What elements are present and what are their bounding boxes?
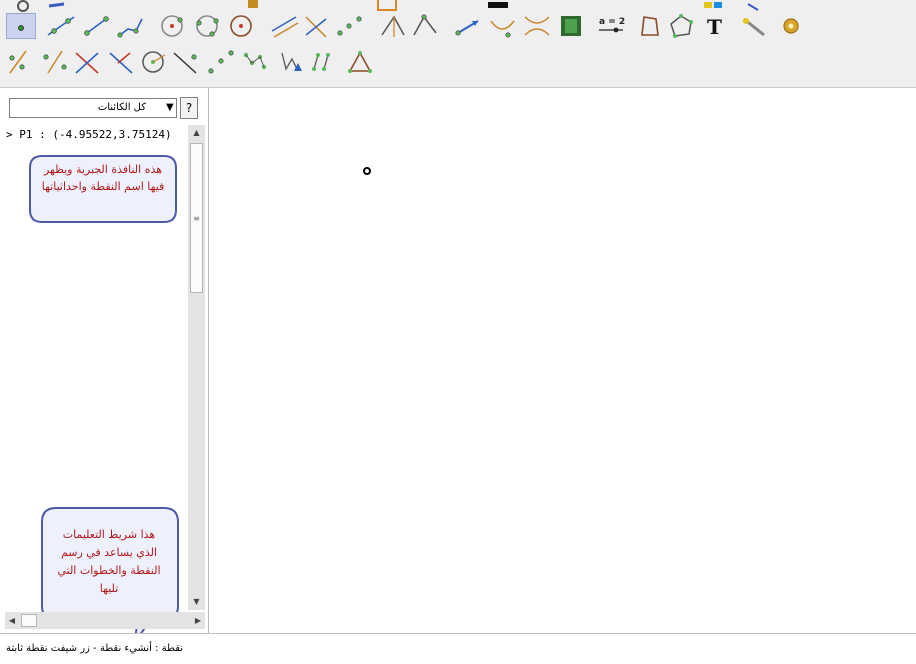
point-on-object-tool-icon[interactable] [4,49,34,75]
slider-label-text: a = 2 [599,17,625,27]
status-bar: نقطة : أنشيء نقطة - زر شيفت نقطة ثابتة [0,633,916,664]
instructions-callout-text: هذا شريط التعليمات الذي يساعد في رسم الن… [57,528,161,595]
curve-tool-icon[interactable] [488,13,518,39]
line-through-tool-icon[interactable] [170,49,200,75]
text-tool-glyph: T [707,15,722,39]
triangle-tool-icon[interactable] [344,49,374,75]
line-tool-icon[interactable] [46,13,76,39]
rotate-tool-icon[interactable] [308,49,338,75]
ray-tool-icon[interactable] [116,13,146,39]
object-filter-dropdown[interactable]: كل الكائنات ▼ [9,98,177,118]
chevron-down-icon[interactable]: ▼ [166,102,174,113]
dilate-tool-icon[interactable] [240,49,270,75]
perpendicular-line-tool-icon[interactable] [302,13,332,39]
circle-three-points-tool-icon[interactable] [192,13,222,39]
text-tool-icon[interactable]: T [700,13,730,39]
reflect-tool-icon[interactable] [206,49,236,75]
slider-tool-label[interactable]: a = 2 [596,13,626,39]
hidden-tool-icon[interactable] [240,0,270,12]
circle-tool-icon[interactable] [226,13,256,39]
locus-tool-icon[interactable] [522,13,552,39]
parallel-line-tool-icon[interactable] [270,13,300,39]
scroll-left-arrow-icon[interactable]: ◀ [5,612,19,629]
hidden-tool-icon[interactable] [700,0,730,12]
hidden-tool-icon[interactable] [8,0,38,12]
angle-bisector-tool-icon[interactable] [378,13,408,39]
midpoint-tool-icon[interactable] [334,13,364,39]
slider-tool-icon[interactable] [556,13,586,39]
hidden-tool-icon[interactable] [372,0,402,12]
cross-lines-tool-icon[interactable] [72,49,102,75]
intersect-tool-icon[interactable] [40,49,70,75]
scroll-thumb[interactable] [21,614,37,627]
help-button[interactable]: ? [180,97,198,119]
circle-center-tool-icon[interactable] [158,13,188,39]
algebra-callout-text: هذه النافذة الجبرية ويظهر فيها اسم النقط… [41,163,165,193]
settings-tool-icon[interactable] [776,13,806,39]
move-tool-icon[interactable] [740,13,770,39]
scroll-up-arrow-icon[interactable]: ▲ [188,125,205,141]
point-p1[interactable] [363,167,371,175]
polygon-tool-icon[interactable] [634,13,664,39]
hidden-tool-icon[interactable] [44,0,74,12]
status-text: نقطة : أنشيء نقطة - زر شيفت نقطة ثابتة [6,643,184,654]
perpendicular-bisector-tool-icon[interactable] [106,49,136,75]
algebra-panel: كل الكائنات ▼ ? > P1 : (-4.95522,3.75124… [0,88,209,645]
hidden-tool-icon[interactable] [484,0,514,12]
scroll-right-arrow-icon[interactable]: ▶ [191,612,205,629]
object-filter-value: كل الكائنات [97,102,146,113]
circle-sector-tool-icon[interactable] [138,49,168,75]
toolbar: a = 2 T [0,0,916,88]
vector-from-point-tool-icon[interactable] [276,49,306,75]
algebra-vertical-scrollbar[interactable]: ▲ ≡ ▼ [188,125,205,610]
hidden-tool-icon[interactable] [740,0,770,12]
algebra-callout: هذه النافذة الجبرية ويظهر فيها اسم النقط… [28,154,178,226]
algebra-horizontal-scrollbar[interactable]: ◀ ▶ [5,612,205,629]
angle-tool-icon[interactable] [410,13,440,39]
graphics-view[interactable] [209,88,916,633]
segment-tool-icon[interactable] [82,13,112,39]
scroll-thumb[interactable]: ≡ [190,143,203,293]
vector-tool-icon[interactable] [454,13,484,39]
algebra-object-p1[interactable]: > P1 : (-4.95522,3.75124) [6,128,172,141]
scroll-down-arrow-icon[interactable]: ▼ [188,594,205,610]
regular-polygon-tool-icon[interactable] [666,13,696,39]
point-tool-icon[interactable] [6,13,36,39]
